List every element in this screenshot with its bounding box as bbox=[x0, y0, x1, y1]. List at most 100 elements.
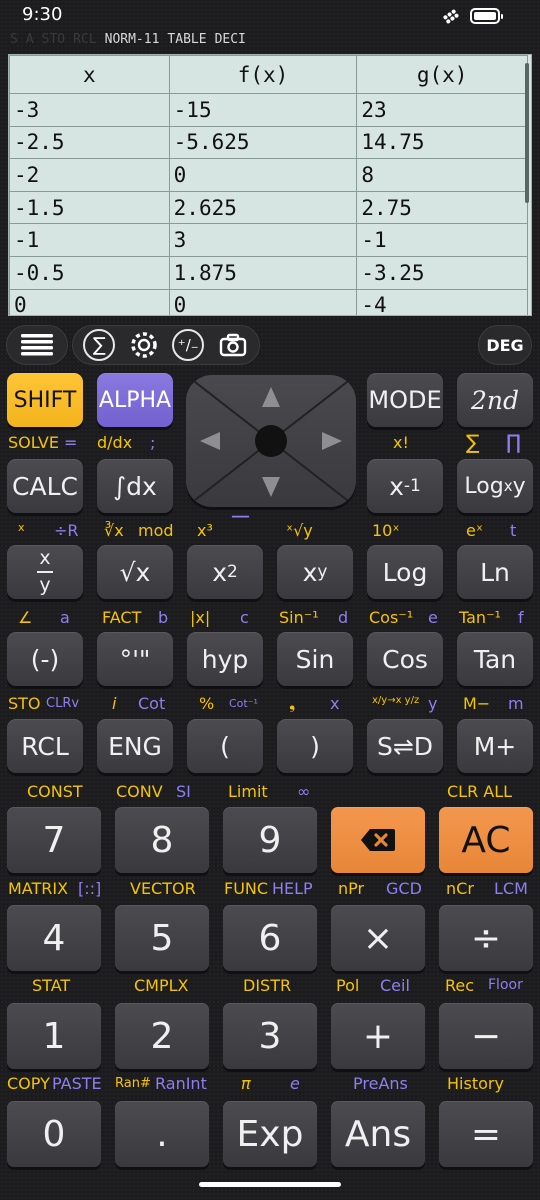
exp-key[interactable]: Exp bbox=[223, 1101, 317, 1167]
label-m-minus: M− bbox=[463, 694, 491, 713]
rcl-key[interactable]: RCL bbox=[7, 719, 83, 773]
cell-gx[interactable]: 14.75 bbox=[356, 125, 528, 160]
right-paren-key[interactable]: ) bbox=[277, 719, 353, 773]
cell-x[interactable]: -1.5 bbox=[9, 190, 170, 225]
degree-key[interactable]: °'" bbox=[97, 632, 173, 686]
equals-key[interactable]: = bbox=[439, 1101, 533, 1167]
alpha-key[interactable]: ALPHA bbox=[97, 373, 173, 427]
label-asin: Sin⁻¹ bbox=[279, 608, 319, 627]
inverse-key[interactable]: x -1 bbox=[367, 459, 443, 513]
cell-fx[interactable]: 3 bbox=[168, 223, 358, 257]
eight-key[interactable]: 8 bbox=[115, 807, 209, 873]
cell-x[interactable]: -3 bbox=[9, 93, 170, 127]
integral-key[interactable]: ∫dx bbox=[97, 459, 173, 513]
cell-fx[interactable]: -15 bbox=[168, 93, 358, 127]
divide-key[interactable]: ÷ bbox=[439, 905, 533, 971]
angle-mode-button[interactable]: DEG bbox=[478, 325, 532, 365]
ln-key[interactable]: Ln bbox=[457, 545, 533, 599]
negative-key[interactable]: (-) bbox=[7, 632, 83, 686]
left-paren-key[interactable]: ( bbox=[187, 719, 263, 773]
power-key[interactable]: xy bbox=[277, 545, 353, 599]
plus-key[interactable]: + bbox=[331, 1003, 425, 1069]
direction-pad[interactable] bbox=[186, 375, 356, 507]
two-key[interactable]: 2 bbox=[115, 1003, 209, 1069]
square-key[interactable]: x2 bbox=[187, 545, 263, 599]
fraction-key[interactable]: x y bbox=[7, 545, 83, 599]
cell-gx[interactable]: 8 bbox=[356, 158, 528, 192]
m-plus-key[interactable]: M+ bbox=[457, 719, 533, 773]
table-row[interactable]: -1.5 2.625 2.75 bbox=[9, 190, 528, 225]
cell-gx[interactable]: -1 bbox=[356, 223, 528, 257]
second-key[interactable]: 2nd bbox=[457, 373, 533, 427]
s-d-key[interactable]: S⇌D bbox=[367, 719, 443, 773]
ans-key[interactable]: Ans bbox=[331, 1101, 425, 1167]
label-distr: DISTR bbox=[243, 976, 292, 995]
label-fact: FACT bbox=[102, 608, 142, 627]
four-key[interactable]: 4 bbox=[7, 905, 101, 971]
arrow-up-icon bbox=[262, 387, 280, 407]
all-clear-key[interactable]: AC bbox=[439, 807, 533, 873]
gear-icon[interactable] bbox=[128, 329, 160, 361]
nine-key[interactable]: 9 bbox=[223, 807, 317, 873]
eng-key[interactable]: ENG bbox=[97, 719, 173, 773]
three-key[interactable]: 3 bbox=[223, 1003, 317, 1069]
delete-key[interactable] bbox=[331, 807, 425, 873]
multiply-key[interactable]: × bbox=[331, 905, 425, 971]
table-row[interactable]: -0.5 1.875 -3.25 bbox=[9, 255, 528, 290]
shift-key[interactable]: SHIFT bbox=[7, 373, 83, 427]
fraction-bottom: y bbox=[39, 573, 51, 596]
table-row[interactable]: -2.5 -5.625 14.75 bbox=[9, 125, 528, 160]
cell-x[interactable]: 0 bbox=[9, 288, 170, 315]
seven-key[interactable]: 7 bbox=[7, 807, 101, 873]
minus-key[interactable]: − bbox=[439, 1003, 533, 1069]
label-ceil: Ceil bbox=[380, 976, 410, 995]
cell-x[interactable]: -1 bbox=[9, 223, 170, 257]
cos-key[interactable]: Cos bbox=[367, 632, 443, 686]
calc-key[interactable]: CALC bbox=[7, 459, 83, 513]
cell-fx[interactable]: 0 bbox=[168, 288, 358, 315]
zero-key[interactable]: 0 bbox=[7, 1101, 101, 1167]
decimal-key[interactable]: . bbox=[115, 1101, 209, 1167]
header-x: x bbox=[9, 55, 170, 94]
label-lcm: LCM bbox=[494, 879, 528, 898]
cell-fx[interactable]: 1.875 bbox=[168, 255, 358, 290]
menu-button[interactable] bbox=[6, 325, 68, 365]
label-cbrt: ∛x bbox=[104, 521, 124, 540]
hyp-key[interactable]: hyp bbox=[187, 632, 263, 686]
mode-key[interactable]: MODE bbox=[367, 373, 443, 427]
five-key[interactable]: 5 bbox=[115, 905, 209, 971]
cell-x[interactable]: -2.5 bbox=[9, 125, 170, 160]
cell-gx[interactable]: -3.25 bbox=[356, 255, 528, 290]
label-ddx: d/dx bbox=[97, 433, 133, 452]
cell-gx[interactable]: 23 bbox=[356, 93, 528, 127]
cell-gx[interactable]: 2.75 bbox=[356, 190, 528, 225]
table-row[interactable]: 0 0 -4 bbox=[9, 288, 528, 315]
plus-minus-icon[interactable]: ⁺∕₋ bbox=[172, 329, 205, 361]
table-row[interactable]: -3 -15 23 bbox=[9, 93, 528, 127]
sigma-icon[interactable]: ∑ bbox=[83, 329, 116, 361]
label-a: a bbox=[60, 608, 70, 627]
label-matrix: MATRIX bbox=[8, 879, 69, 898]
six-key[interactable]: 6 bbox=[223, 905, 317, 971]
tan-key[interactable]: Tan bbox=[457, 632, 533, 686]
sin-key[interactable]: Sin bbox=[277, 632, 353, 686]
cell-gx[interactable]: -4 bbox=[356, 288, 528, 315]
one-key[interactable]: 1 bbox=[7, 1003, 101, 1069]
cell-x[interactable]: -2 bbox=[9, 158, 170, 192]
table-row[interactable]: -1 3 -1 bbox=[9, 223, 528, 257]
table-scrollbar[interactable] bbox=[525, 63, 529, 203]
power-exp: y bbox=[317, 562, 328, 582]
log-base-key[interactable]: Log x y bbox=[457, 459, 533, 513]
cell-fx[interactable]: -5.625 bbox=[168, 125, 358, 160]
table-display[interactable]: x f(x) g(x) -3 -15 23 -2.5 -5.625 14.75 -2 0 8… bbox=[8, 54, 532, 316]
label-ncr: nCr bbox=[446, 879, 474, 898]
table-row[interactable]: -2 0 8 bbox=[9, 158, 528, 192]
cell-fx[interactable]: 2.625 bbox=[168, 190, 358, 225]
camera-icon[interactable] bbox=[217, 329, 249, 361]
cell-fx[interactable]: 0 bbox=[168, 158, 358, 192]
home-indicator[interactable] bbox=[199, 1182, 341, 1187]
cell-x[interactable]: -0.5 bbox=[9, 255, 170, 290]
label-sigma: ∑ bbox=[466, 430, 480, 454]
log-key[interactable]: Log bbox=[367, 545, 443, 599]
sqrt-key[interactable]: √x bbox=[97, 545, 173, 599]
